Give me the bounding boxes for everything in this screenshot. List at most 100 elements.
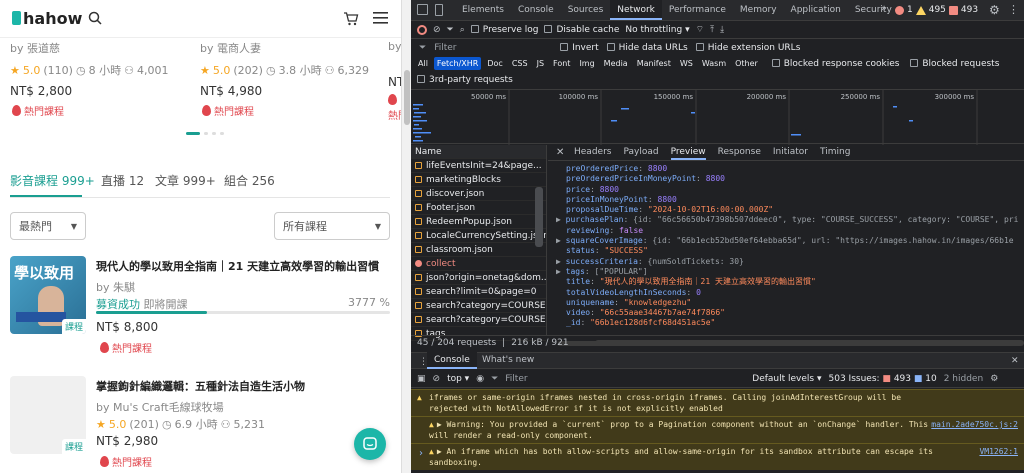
- issues-button[interactable]: 503 Issues: ■ 493 ■ 10: [829, 374, 937, 384]
- type-chip[interactable]: Img: [576, 57, 597, 70]
- settings-gear-icon[interactable]: ⚙: [989, 3, 1000, 17]
- tab-performance[interactable]: Performance: [662, 0, 733, 20]
- invert-checkbox[interactable]: Invert: [560, 42, 599, 53]
- json-property[interactable]: status: "SUCCESS": [556, 246, 1024, 256]
- request-row[interactable]: search?category=COURSE...: [411, 299, 546, 313]
- tab-live[interactable]: 直播 12: [101, 172, 144, 189]
- status-scrollbar[interactable]: [594, 340, 1024, 346]
- json-property[interactable]: priceInMoneyPoint: 8800: [556, 195, 1024, 205]
- tab-articles[interactable]: 文章 999+: [155, 172, 216, 189]
- clear-console-icon[interactable]: ⊘: [433, 374, 441, 384]
- carousel-dot[interactable]: [212, 132, 216, 135]
- expand-arrow-icon[interactable]: ▶: [556, 257, 566, 266]
- console-prompt-icon[interactable]: ›: [419, 448, 423, 459]
- json-property[interactable]: ▶ squareCoverImage: {id: "66b1ecb52bd50e…: [556, 236, 1024, 246]
- course-card[interactable]: by 張道慈 ★ 5.0 (110) ◷ 8 小時 ⚇ 4,001 NT$ 2,800 …: [10, 40, 190, 118]
- json-property[interactable]: ▶ purchasePlan: {id: "66c56650b47398b507…: [556, 215, 1024, 225]
- json-property[interactable]: ▶ successCriteria: {numSoldTickets: 30}: [556, 257, 1024, 267]
- clear-icon[interactable]: ⊘: [433, 25, 441, 35]
- tab-security[interactable]: Security: [848, 0, 899, 20]
- course-author[interactable]: by Mu's Craft毛線球牧場: [96, 399, 224, 415]
- course-title[interactable]: 現代人的學以致用全指南｜21 天建立高效學習的輸出習慣: [96, 258, 386, 274]
- type-chip[interactable]: Doc: [484, 57, 505, 70]
- request-list-scrollbar[interactable]: [535, 187, 543, 247]
- tab-memory[interactable]: Memory: [733, 0, 784, 20]
- type-chip[interactable]: Fetch/XHR: [433, 57, 482, 70]
- json-property[interactable]: totalVideoLengthInSeconds: 0: [556, 288, 1024, 298]
- request-row[interactable]: LocaleCurrencySetting.json: [411, 229, 546, 243]
- tab-sources[interactable]: Sources: [561, 0, 611, 20]
- blocked-requests-checkbox[interactable]: Blocked requests: [910, 59, 999, 69]
- expand-arrow-icon[interactable]: ▶: [556, 267, 566, 276]
- request-row[interactable]: lifeEventsInit=24&page...: [411, 159, 546, 173]
- course-title[interactable]: 掌握鉤針編織邏輯：五種針法自造生活小物: [96, 378, 386, 394]
- timeline-overview[interactable]: 50000 ms 100000 ms 150000 ms 200000 ms 25000…: [411, 89, 1024, 145]
- inspect-icon[interactable]: [417, 4, 428, 15]
- request-row[interactable]: search?category=COURSE...: [411, 313, 546, 327]
- json-property[interactable]: price: 8800: [556, 185, 1024, 195]
- request-row[interactable]: Footer.json: [411, 201, 546, 215]
- menu-icon[interactable]: [373, 12, 388, 24]
- course-card-partial[interactable]: by NT$ 熱門: [388, 40, 401, 122]
- course-author[interactable]: by 朱騏: [96, 279, 135, 295]
- throttling-select[interactable]: No throttling ▾: [625, 25, 689, 35]
- course-card[interactable]: by 電商人妻 ★ 5.0 (202) ◷ 3.8 小時 ⚇ 6,329 NT$ 4,9…: [200, 40, 385, 118]
- search-icon[interactable]: ⌕: [460, 25, 465, 35]
- type-chip[interactable]: Media: [601, 57, 631, 70]
- disable-cache-checkbox[interactable]: Disable cache: [544, 24, 619, 35]
- download-icon[interactable]: ⤓: [720, 25, 724, 35]
- filter-select[interactable]: 所有課程 ▼: [274, 212, 390, 240]
- detail-tab[interactable]: Headers: [574, 147, 611, 157]
- context-select[interactable]: top ▾: [447, 374, 469, 384]
- tab-network[interactable]: Network: [610, 0, 662, 20]
- console-warning[interactable]: ▲ ▶ Warning: You provided a `current` pro…: [411, 416, 1024, 443]
- type-chip[interactable]: Other: [732, 57, 761, 70]
- type-chip[interactable]: Wasm: [699, 57, 729, 70]
- console-settings-icon[interactable]: ⚙: [990, 374, 998, 384]
- close-drawer-icon[interactable]: ✕: [1011, 356, 1019, 366]
- expand-arrow-icon[interactable]: ▶: [556, 236, 566, 245]
- preserve-log-checkbox[interactable]: Preserve log: [470, 24, 538, 35]
- request-row[interactable]: marketingBlocks: [411, 173, 546, 187]
- filter-funnel-icon[interactable]: ⏷: [447, 25, 454, 35]
- request-row[interactable]: RedeemPopup.json: [411, 215, 546, 229]
- cart-icon[interactable]: [343, 11, 359, 26]
- type-chip[interactable]: All: [415, 57, 431, 70]
- request-row[interactable]: search?limit=0&page=0: [411, 285, 546, 299]
- drawer-tab-whats-new[interactable]: What's new: [475, 351, 541, 369]
- drawer-tab-console[interactable]: Console: [427, 351, 477, 369]
- tab-videos[interactable]: 影音課程 999+: [10, 172, 95, 189]
- hide-extension-urls-checkbox[interactable]: Hide extension URLs: [695, 42, 800, 53]
- json-property[interactable]: preOrderedPriceInMoneyPoint: 8800: [556, 174, 1024, 184]
- hide-data-urls-checkbox[interactable]: Hide data URLs: [606, 42, 688, 53]
- detail-tab[interactable]: Payload: [623, 147, 658, 157]
- source-link[interactable]: VM1262:1: [979, 446, 1018, 457]
- log-levels-select[interactable]: Default levels ▾: [752, 374, 821, 384]
- close-icon[interactable]: ✕: [556, 147, 564, 158]
- request-row[interactable]: discover.json: [411, 187, 546, 201]
- console-warning[interactable]: ▲ ▶ An iframe which has both allow-script…: [411, 443, 1024, 470]
- json-property[interactable]: title: "現代人的學以致用全指南｜21 天建立高效學習的輸出習慣": [556, 277, 1024, 287]
- detail-tab[interactable]: Preview: [670, 147, 706, 160]
- tab-console[interactable]: Console: [511, 0, 561, 20]
- tab-bundles[interactable]: 組合 256: [224, 172, 275, 189]
- carousel-dot[interactable]: [220, 132, 224, 135]
- tab-application[interactable]: Application: [784, 0, 848, 20]
- request-row[interactable]: json?origin=onetag&dom...: [411, 271, 546, 285]
- type-chip[interactable]: Font: [550, 57, 573, 70]
- name-column-header[interactable]: Name: [411, 145, 546, 159]
- json-property[interactable]: reviewing: false: [556, 226, 1024, 236]
- device-toggle-icon[interactable]: [435, 4, 443, 16]
- json-property[interactable]: _id: "66b1ec128d6fcf68d451ac5e": [556, 318, 1024, 328]
- console-warning[interactable]: ▲ iframes or same-origin iframes nested i…: [411, 389, 1024, 416]
- request-row[interactable]: classroom.json: [411, 243, 546, 257]
- json-property[interactable]: video: "66c55aae34467b7ae74f7866": [556, 308, 1024, 318]
- network-conditions-icon[interactable]: ⌔: [696, 24, 704, 35]
- carousel-dot-active[interactable]: [186, 132, 200, 135]
- course-list-item[interactable]: 課程 掌握鉤針編織邏輯：五種針法自造生活小物 by Mu's Craft毛線球牧…: [10, 376, 390, 471]
- json-property[interactable]: proposalDueTime: "2024-10-02T16:00:00.00…: [556, 205, 1024, 215]
- eye-icon[interactable]: ◉: [476, 374, 484, 384]
- request-row[interactable]: collect: [411, 257, 546, 271]
- json-property[interactable]: ▶ tags: ["POPULAR"]: [556, 267, 1024, 277]
- network-filter-input[interactable]: Filter: [434, 43, 552, 53]
